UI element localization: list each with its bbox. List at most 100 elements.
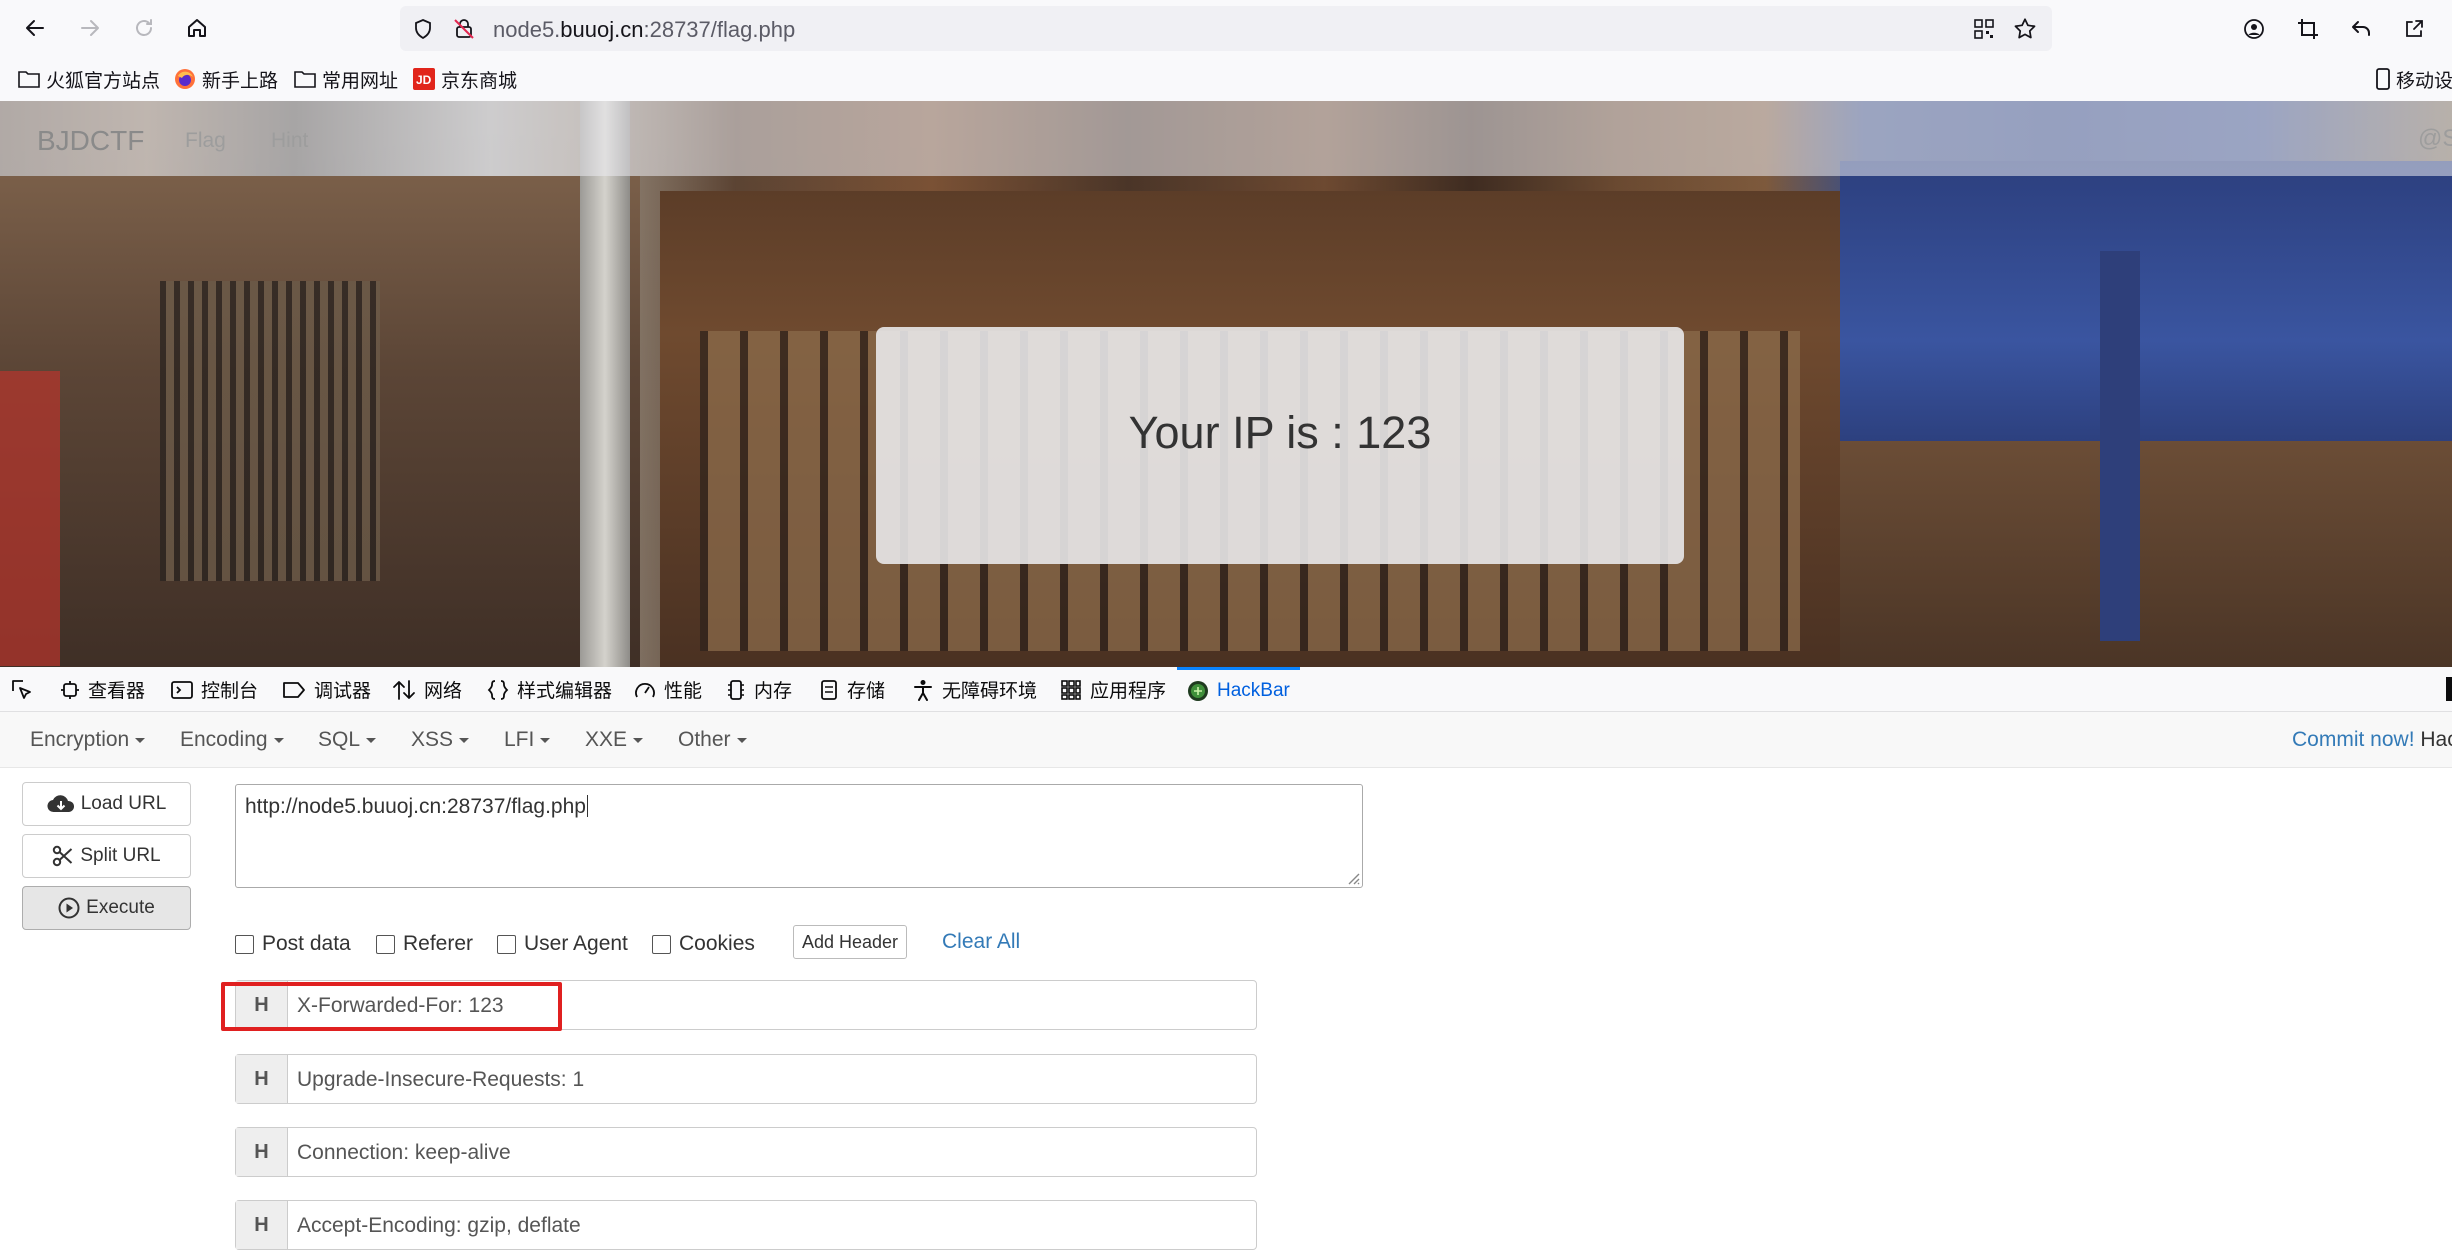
menu-xxe[interactable]: XXE <box>585 728 644 752</box>
tab-application[interactable]: 应用程序 <box>1060 667 1166 712</box>
forward-button[interactable] <box>72 10 108 46</box>
shield-icon[interactable] <box>411 17 435 41</box>
tab-style-editor[interactable]: 样式编辑器 <box>487 667 612 712</box>
application-icon <box>1061 679 1081 700</box>
checkbox-box[interactable] <box>497 934 516 954</box>
tab-storage[interactable]: 存储 <box>819 667 885 712</box>
element-picker-button[interactable] <box>10 667 34 712</box>
extensions-button[interactable] <box>2397 12 2431 46</box>
storage-icon <box>821 679 837 700</box>
caret-down-icon <box>273 737 284 743</box>
undo-button[interactable] <box>2344 12 2378 46</box>
accessibility-icon <box>914 679 932 701</box>
checkbox-box[interactable] <box>376 934 395 954</box>
menu-label: XSS <box>411 728 454 751</box>
home-icon <box>188 19 206 37</box>
cookies-checkbox[interactable]: Cookies <box>652 930 755 958</box>
header-row[interactable]: H Connection: keep-alive <box>235 1127 1257 1177</box>
nav-link-hint[interactable]: Hint <box>271 129 308 153</box>
tab-memory[interactable]: 内存 <box>726 667 792 712</box>
clear-all-link[interactable]: Clear All <box>942 930 1020 954</box>
header-tag: H <box>236 1201 288 1249</box>
bookmark-star-icon[interactable] <box>2012 16 2038 42</box>
url-text[interactable]: node5.buuoj.cn:28737/flag.php <box>493 17 795 43</box>
header-value[interactable]: Accept-Encoding: gzip, deflate <box>297 1214 581 1238</box>
tab-label: 样式编辑器 <box>517 681 613 702</box>
inspector-icon <box>61 680 79 699</box>
menu-encryption[interactable]: Encryption <box>30 728 146 752</box>
header-row[interactable]: H Accept-Encoding: gzip, deflate <box>235 1200 1257 1250</box>
tab-hackbar[interactable]: HackBar <box>1177 667 1300 712</box>
account-icon <box>2244 19 2264 39</box>
header-tag: H <box>236 1055 288 1103</box>
insecure-lock-icon[interactable] <box>452 17 476 41</box>
tab-network[interactable]: 网络 <box>392 667 462 712</box>
split-url-button[interactable]: Split URL <box>22 834 191 878</box>
checkbox-box[interactable] <box>235 934 254 954</box>
bookmark-item[interactable]: 常用网址 <box>294 64 398 94</box>
checkbox-box[interactable] <box>652 934 671 954</box>
background-noren-curtain <box>1840 161 2452 461</box>
checkbox-label: Cookies <box>679 932 755 955</box>
commit-now-link[interactable]: Commit now! Hac <box>2292 728 2452 752</box>
referer-checkbox[interactable]: Referer <box>376 930 473 958</box>
address-bar[interactable]: node5.buuoj.cn:28737/flag.php <box>400 6 2052 51</box>
tab-label: HackBar <box>1217 680 1290 701</box>
user-agent-checkbox[interactable]: User Agent <box>497 930 628 958</box>
post-data-checkbox[interactable]: Post data <box>235 930 351 958</box>
commit-tail-label: Hac <box>2420 728 2452 751</box>
tab-debugger[interactable]: 调试器 <box>282 667 371 712</box>
menu-sql[interactable]: SQL <box>318 728 377 752</box>
tab-label: 调试器 <box>314 681 372 702</box>
tab-console[interactable]: 控制台 <box>171 667 258 712</box>
performance-icon <box>635 682 655 697</box>
resize-handle-icon[interactable] <box>1344 869 1360 885</box>
bookmark-item[interactable]: 新手上路 <box>174 64 278 94</box>
header-value[interactable]: Upgrade-Insecure-Requests: 1 <box>297 1068 584 1092</box>
home-button[interactable] <box>179 10 215 46</box>
background-shop-right <box>1840 441 2452 667</box>
menu-xss[interactable]: XSS <box>411 728 470 752</box>
account-button[interactable] <box>2237 12 2271 46</box>
folder-icon <box>294 71 316 88</box>
hackbar-icon <box>1188 681 1208 701</box>
header-row[interactable]: H Upgrade-Insecure-Requests: 1 <box>235 1054 1257 1104</box>
checkbox-label: Post data <box>262 932 351 955</box>
add-header-button[interactable]: Add Header <box>793 925 907 959</box>
site-navbar: BJDCTF Flag Hint @S <box>0 101 2452 176</box>
tab-performance[interactable]: 性能 <box>634 667 702 712</box>
back-button[interactable] <box>17 10 53 46</box>
reload-button[interactable] <box>126 10 162 46</box>
bookmark-item[interactable]: JD 京东商城 <box>413 64 517 94</box>
background-utility-pole <box>580 101 630 667</box>
execute-button[interactable]: Execute <box>22 886 191 930</box>
caret-down-icon <box>540 737 551 743</box>
header-value[interactable]: Connection: keep-alive <box>297 1141 511 1165</box>
menu-encoding[interactable]: Encoding <box>180 728 284 752</box>
forward-arrow-icon <box>81 20 99 36</box>
web-page: BJDCTF Flag Hint @S Your IP is : 123 <box>0 101 2452 667</box>
cloud-download-icon <box>47 795 74 813</box>
element-picker-icon <box>12 679 31 699</box>
site-nav-right-text[interactable]: @S <box>2418 125 2452 153</box>
ip-message-card: Your IP is : 123 <box>876 327 1684 564</box>
bookmark-item[interactable]: 火狐官方站点 <box>18 64 160 94</box>
checkbox-label: User Agent <box>524 932 628 955</box>
site-brand[interactable]: BJDCTF <box>37 125 144 157</box>
style-editor-icon <box>487 679 509 700</box>
tab-inspector[interactable]: 查看器 <box>60 667 145 712</box>
debugger-icon <box>283 681 305 698</box>
mobile-bookmarks[interactable]: 移动设 <box>2376 64 2452 94</box>
qr-code-icon[interactable] <box>1972 17 1996 41</box>
load-url-button[interactable]: Load URL <box>22 782 191 826</box>
background-vending-machine <box>0 371 60 666</box>
devtools-overflow-icon[interactable] <box>2446 677 2452 701</box>
tab-label: 无障碍环境 <box>942 681 1038 702</box>
url-textarea[interactable]: http://node5.buuoj.cn:28737/flag.php <box>235 784 1363 888</box>
tab-accessibility[interactable]: 无障碍环境 <box>912 667 1037 712</box>
crop-icon <box>2298 19 2318 39</box>
menu-other[interactable]: Other <box>678 728 747 752</box>
screenshot-button[interactable] <box>2291 12 2325 46</box>
menu-lfi[interactable]: LFI <box>504 728 551 752</box>
nav-link-flag[interactable]: Flag <box>185 129 226 153</box>
